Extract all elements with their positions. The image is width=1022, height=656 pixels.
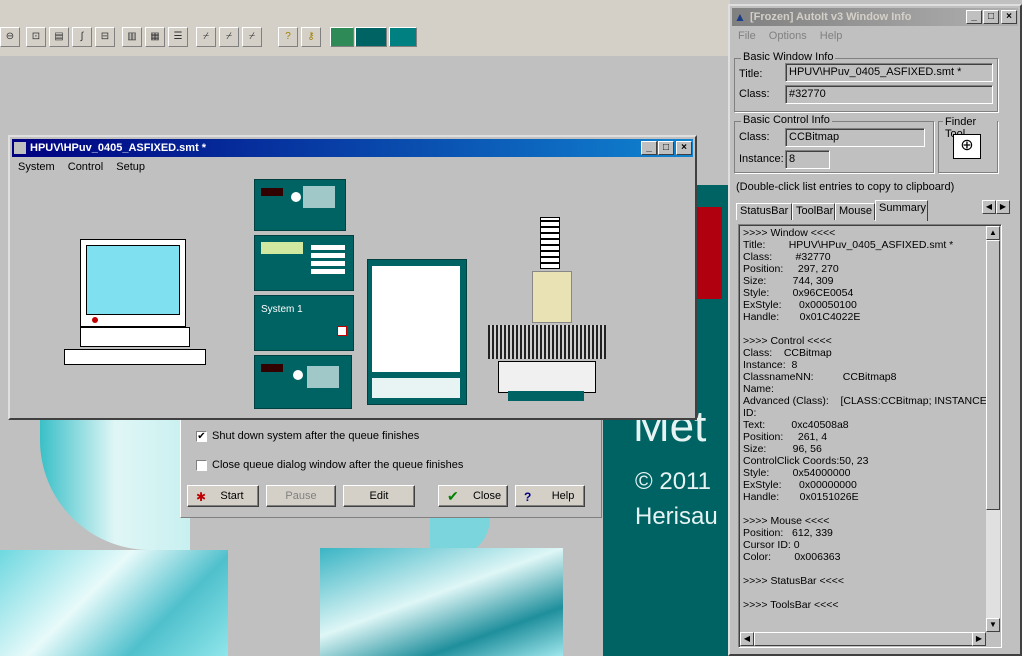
column-oven-module[interactable] [367, 259, 467, 405]
detector-module[interactable] [254, 235, 354, 291]
class-label: Class: [739, 88, 770, 100]
help-button[interactable]: ? Help [515, 485, 585, 507]
autosampler-module[interactable] [488, 215, 606, 405]
hint-text: (Double-click list entries to copy to cl… [736, 181, 955, 193]
key-icon[interactable]: ⚷ [301, 27, 321, 47]
summary-text[interactable]: >>>> Window <<<< Title: HPUV\HPuv_0405_A… [743, 227, 998, 611]
title-label: Title: [739, 68, 763, 80]
menu-help[interactable]: Help [814, 30, 847, 42]
hpuv-window: HPUV\HPuv_0405_ASFIXED.smt * _ □ × Syste… [8, 135, 697, 420]
toolbar-button[interactable]: ▥ [122, 27, 142, 47]
help-icon[interactable]: ? [278, 27, 298, 47]
toolbar-button[interactable]: ⊖ [0, 27, 20, 47]
toolbar-button[interactable]: ⊡ [26, 27, 46, 47]
menu-control[interactable]: Control [62, 161, 107, 173]
tab-scroll-right[interactable]: ▶ [996, 200, 1010, 214]
hpuv-menubar: System Control Setup [12, 158, 693, 176]
menu-system[interactable]: System [12, 161, 59, 173]
autoit-menubar: File Options Help [732, 27, 1018, 45]
toolbar-button[interactable]: ⌿ [196, 27, 216, 47]
toolbar-button[interactable]: ☰ [168, 27, 188, 47]
class-field[interactable]: #32770 [785, 85, 993, 104]
splash-image [320, 548, 563, 656]
system-module[interactable]: System 1 [254, 295, 354, 351]
shutdown-checkbox[interactable]: ✔ [196, 431, 207, 442]
control-class-field[interactable]: CCBitmap [785, 128, 925, 147]
toolbar-button[interactable]: ⊟ [95, 27, 115, 47]
tab-mouse[interactable]: Mouse [835, 203, 875, 220]
splash-image [0, 550, 228, 656]
close-queue-checkbox[interactable] [196, 460, 207, 471]
menu-options[interactable]: Options [763, 30, 811, 42]
tab-summary[interactable]: Summary [875, 200, 928, 221]
window-title: HPUV\HPuv_0405_ASFIXED.smt * [30, 142, 207, 154]
close-queue-label: Close queue dialog window after the queu… [212, 459, 464, 471]
instrument-icon[interactable] [355, 27, 387, 47]
toolbar-button[interactable]: ▦ [145, 27, 165, 47]
instrument-icon[interactable] [389, 27, 417, 47]
vertical-scrollbar[interactable]: ▲ ▼ [986, 226, 1000, 632]
computer-icon[interactable] [58, 237, 206, 372]
toolbar-button[interactable]: ▤ [49, 27, 69, 47]
copyright-text: © 2011 [635, 468, 711, 495]
help-icon: ? [524, 490, 532, 504]
maximize-button[interactable]: □ [983, 10, 999, 24]
tab-toolbar[interactable]: ToolBar [792, 203, 835, 220]
scroll-thumb[interactable] [986, 240, 1000, 510]
menu-setup[interactable]: Setup [110, 161, 149, 173]
finder-tool-icon[interactable]: ⊕ [953, 134, 981, 159]
minimize-button[interactable]: _ [641, 141, 657, 155]
instance-label: Instance: [739, 153, 784, 165]
checkmark-icon: ✔ [447, 488, 459, 504]
minimize-button[interactable]: _ [966, 10, 982, 24]
start-button[interactable]: ✱ Start [187, 485, 259, 507]
menu-file[interactable]: File [732, 30, 760, 42]
window-title: [Frozen] AutoIt v3 Window Info [750, 11, 912, 23]
scroll-right-button[interactable]: ▶ [972, 632, 986, 646]
hpuv-titlebar[interactable]: HPUV\HPuv_0405_ASFIXED.smt * _ □ × [12, 139, 693, 157]
title-field[interactable]: HPUV\HPuv_0405_ASFIXED.smt * [785, 63, 993, 82]
shutdown-label: Shut down system after the queue finishe… [212, 430, 420, 442]
system-label: System 1 [261, 304, 303, 315]
autoit-icon: ▲ [734, 10, 746, 24]
scroll-down-button[interactable]: ▼ [986, 618, 1000, 632]
window-icon [14, 142, 26, 154]
scroll-left-button[interactable]: ◀ [740, 632, 754, 646]
start-icon: ✱ [196, 490, 207, 504]
background-toolbar: ⊖ ⊡ ▤ ∫ ⊟ ▥ ▦ ☰ ⌿ ⌿ ⌿ ? ⚷ [0, 0, 730, 57]
edit-button[interactable]: Edit [343, 485, 415, 507]
scroll-thumb[interactable] [754, 632, 974, 646]
close-window-button[interactable]: × [676, 141, 692, 155]
close-button[interactable]: ✔ Close [438, 485, 508, 507]
tab-statusbar[interactable]: StatusBar [736, 203, 792, 220]
instance-field[interactable]: 8 [785, 150, 830, 169]
autoit-window: ▲ [Frozen] AutoIt v3 Window Info _ □ × Fi… [728, 4, 1022, 656]
maximize-button[interactable]: □ [658, 141, 674, 155]
pump-module[interactable] [254, 179, 346, 231]
toolbar-button[interactable]: ∫ [72, 27, 92, 47]
tab-scroll-left[interactable]: ◀ [982, 200, 996, 214]
company-text: Herisau [635, 503, 718, 530]
horizontal-scrollbar[interactable]: ◀ ▶ [740, 632, 986, 646]
autoit-titlebar[interactable]: ▲ [Frozen] AutoIt v3 Window Info _ □ × [732, 8, 1018, 26]
system-icon[interactable] [330, 27, 354, 47]
close-window-button[interactable]: × [1001, 10, 1017, 24]
summary-list[interactable]: >>>> Window <<<< Title: HPUV\HPuv_0405_A… [738, 224, 1002, 648]
toolbar-button[interactable]: ⌿ [219, 27, 239, 47]
scroll-up-button[interactable]: ▲ [986, 226, 1000, 240]
pump-module[interactable] [254, 355, 352, 409]
toolbar-button[interactable]: ⌿ [242, 27, 262, 47]
pause-button[interactable]: Pause [266, 485, 336, 507]
control-class-label: Class: [739, 131, 770, 143]
